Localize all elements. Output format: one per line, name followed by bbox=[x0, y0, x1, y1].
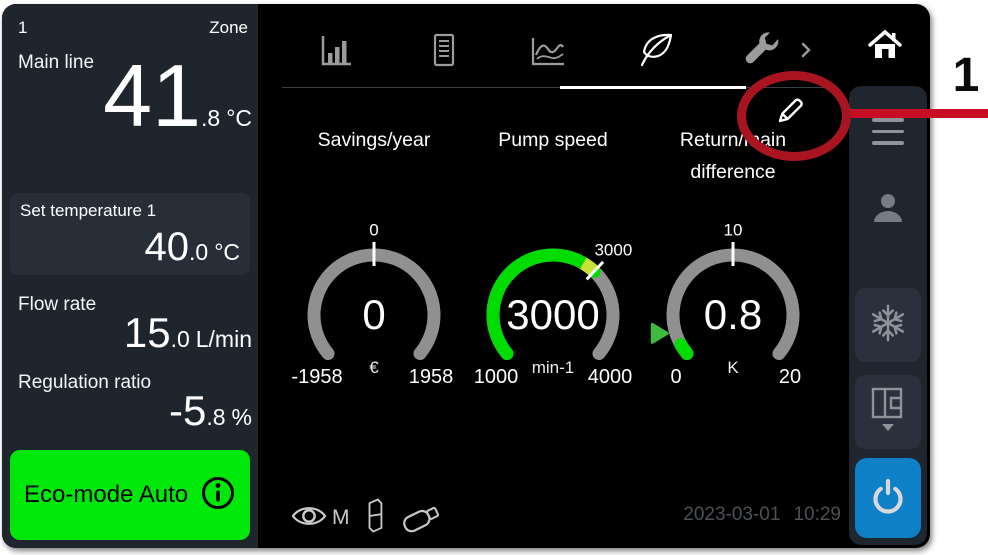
tabs-more-button[interactable] bbox=[788, 28, 824, 76]
tab-statistics[interactable] bbox=[311, 28, 359, 76]
gauge-return-difference: 10 0.8 K 0 20 bbox=[638, 226, 828, 396]
date-label: 2023-03-01 bbox=[683, 504, 780, 526]
selected-tab-indicator bbox=[560, 86, 746, 89]
gauge-return-difference-max: 20 bbox=[752, 366, 828, 388]
leaf-icon bbox=[634, 28, 678, 77]
set-temperature-value: 40 .0 °C bbox=[145, 225, 241, 269]
tab-trend[interactable] bbox=[522, 28, 570, 76]
gauge-pump-speed: 3000 3000 min-1 1000 4000 bbox=[458, 226, 648, 396]
zone-label: Zone bbox=[209, 18, 248, 38]
time-label: 10:29 bbox=[793, 504, 841, 526]
module-icon bbox=[364, 496, 386, 541]
sidebar bbox=[849, 86, 927, 545]
gauge-savings-value: 0 bbox=[279, 292, 469, 338]
sidebar-item-menu[interactable] bbox=[872, 118, 904, 153]
wrench-icon bbox=[738, 28, 782, 77]
screenshot-stage: 1 Zone Main line 41 .8 °C Set temperatur… bbox=[0, 0, 988, 555]
gauge-pump-speed-min: 1000 bbox=[458, 366, 534, 388]
snowflake-icon bbox=[865, 300, 911, 351]
set-temperature-unit: °C bbox=[214, 239, 240, 266]
datetime: 2023-03-01 10:29 bbox=[602, 504, 841, 526]
usb-icon bbox=[400, 498, 448, 539]
tab-report[interactable] bbox=[420, 28, 468, 76]
sidebar-item-cooling[interactable] bbox=[855, 288, 921, 362]
regulation-ratio-value-decimal: .8 bbox=[206, 404, 225, 431]
hamburger-icon bbox=[872, 118, 904, 122]
flow-rate-unit: L/min bbox=[196, 326, 252, 353]
set-temperature-label: Set temperature 1 bbox=[20, 201, 156, 221]
gauge-title-pump-speed: Pump speed bbox=[468, 124, 638, 156]
flow-rate-value-decimal: .0 bbox=[171, 326, 190, 353]
eye-monitor-icon bbox=[290, 499, 328, 538]
power-icon bbox=[866, 474, 910, 523]
home-icon bbox=[863, 23, 907, 72]
line-chart-icon bbox=[524, 28, 568, 77]
document-icon bbox=[422, 28, 466, 77]
flow-rate-value-int: 15 bbox=[124, 310, 171, 356]
svg-text:10: 10 bbox=[724, 220, 743, 239]
regulation-ratio-value: -5 .8 % bbox=[169, 388, 252, 434]
sidebar-item-power[interactable] bbox=[855, 458, 921, 538]
annotation-circle bbox=[737, 71, 851, 161]
gauge-return-difference-value: 0.8 bbox=[638, 292, 828, 338]
zone-id: 1 bbox=[18, 18, 27, 38]
main-line-unit: °C bbox=[226, 105, 252, 132]
user-icon bbox=[868, 215, 908, 232]
sidebar-item-zones[interactable] bbox=[855, 375, 921, 449]
status-icons: M bbox=[290, 496, 448, 540]
zone-panel: 1 Zone Main line 41 .8 °C Set temperatur… bbox=[2, 4, 258, 548]
tab-eco[interactable] bbox=[632, 28, 680, 76]
svg-text:0: 0 bbox=[369, 220, 378, 239]
tab-service[interactable] bbox=[736, 28, 784, 76]
main-line-value: 41 .8 °C bbox=[103, 50, 252, 142]
sidebar-item-user[interactable] bbox=[868, 188, 908, 233]
sidebar-item-home[interactable] bbox=[844, 6, 926, 88]
regulation-ratio-unit: % bbox=[232, 404, 252, 431]
set-temperature-tile[interactable]: Set temperature 1 40 .0 °C bbox=[10, 193, 250, 275]
annotation-line bbox=[845, 109, 988, 118]
mode-letter: M bbox=[332, 506, 350, 530]
chevron-right-icon bbox=[799, 40, 813, 65]
gauge-title-savings: Savings/year bbox=[289, 124, 459, 156]
gauge-savings: 0 0 € -1958 1958 bbox=[279, 226, 469, 396]
flow-rate-value: 15 .0 L/min bbox=[124, 310, 252, 356]
main-line-value-int: 41 bbox=[103, 50, 201, 142]
zones-icon bbox=[864, 384, 912, 441]
flow-rate-label: Flow rate bbox=[18, 294, 96, 316]
regulation-ratio-label: Regulation ratio bbox=[18, 372, 151, 394]
main-line-label: Main line bbox=[18, 52, 94, 74]
main-line-value-decimal: .8 bbox=[201, 105, 220, 132]
zone-header: 1 Zone bbox=[18, 18, 248, 38]
set-temperature-value-decimal: .0 bbox=[189, 239, 208, 266]
annotation-number: 1 bbox=[944, 52, 988, 100]
set-temperature-value-int: 40 bbox=[145, 225, 190, 269]
svg-text:3000: 3000 bbox=[594, 240, 632, 259]
gauge-pump-speed-max: 4000 bbox=[572, 366, 648, 388]
gauge-savings-min: -1958 bbox=[279, 366, 355, 388]
info-icon[interactable] bbox=[200, 475, 236, 516]
gauge-return-difference-min: 0 bbox=[638, 366, 714, 388]
eco-mode-button[interactable]: Eco-mode Auto bbox=[10, 450, 250, 540]
bar-chart-icon bbox=[313, 28, 357, 77]
regulation-ratio-value-int: -5 bbox=[169, 388, 206, 434]
eco-mode-label: Eco-mode Auto bbox=[24, 481, 188, 509]
gauge-pump-speed-value: 3000 bbox=[458, 292, 648, 338]
